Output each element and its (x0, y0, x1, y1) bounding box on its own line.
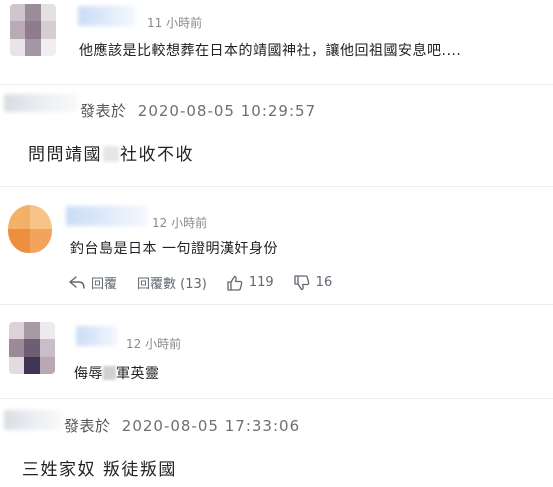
comment-text: 釣台島是日本 一句證明漢奸身份 (70, 241, 278, 257)
post-date: 2020-08-05 10:29:57 (137, 102, 317, 120)
comment-time: 12 小時前 (126, 337, 182, 351)
comment-text: 他應該是比較想葬在日本的靖國神社，讓他回祖國安息吧.... (79, 43, 462, 59)
redacted-char (103, 146, 119, 162)
comment-text-part: 侮辱 (74, 366, 103, 382)
comment-time: 11 小時前 (147, 16, 203, 30)
redacted-char (103, 366, 116, 380)
comment-actions: 回覆 回覆數 (13) 119 16 (69, 273, 352, 292)
thumbs-up-icon (227, 275, 243, 291)
username-blurred[interactable] (78, 6, 136, 26)
post-meta: 發表於 2020-08-05 10:29:57 (80, 100, 316, 121)
comment-text: 侮辱 軍英靈 (74, 363, 160, 383)
like-count: 119 (248, 275, 274, 290)
divider (0, 84, 553, 85)
divider (0, 398, 553, 399)
thumbs-down-icon (294, 274, 310, 290)
reply-count-button[interactable]: 回覆數 (13) (137, 273, 207, 292)
dislike-count: 16 (315, 275, 333, 290)
username-blurred[interactable] (4, 410, 62, 430)
avatar[interactable] (9, 322, 55, 374)
username-blurred[interactable] (66, 206, 148, 226)
username-blurred[interactable] (76, 326, 118, 346)
divider (0, 186, 553, 187)
post-text-part: 問問靖國 (28, 145, 102, 165)
post-text: 問問靖國 社收不收 (28, 140, 194, 165)
comment-text-part: 軍英靈 (116, 366, 160, 382)
reply-arrow-icon (69, 275, 85, 289)
posted-label: 發表於 (64, 417, 111, 435)
reply-label: 回覆 (91, 277, 118, 292)
like-button[interactable]: 119 (227, 275, 274, 291)
reply-button[interactable]: 回覆 (69, 273, 117, 292)
post-date: 2020-08-05 17:33:06 (121, 417, 301, 435)
dislike-button[interactable]: 16 (294, 274, 333, 291)
comment-time: 12 小時前 (152, 216, 208, 230)
post-text-part: 社收不收 (120, 145, 194, 165)
divider (0, 304, 553, 305)
post-text: 三姓家奴 叛徒叛國 (22, 460, 177, 480)
post-meta: 發表於 2020-08-05 17:33:06 (64, 415, 300, 436)
reply-count-label: 回覆數 (13) (137, 277, 207, 292)
avatar[interactable] (10, 4, 56, 56)
username-blurred[interactable] (4, 94, 78, 112)
posted-label: 發表於 (80, 102, 127, 120)
avatar[interactable] (8, 205, 52, 253)
